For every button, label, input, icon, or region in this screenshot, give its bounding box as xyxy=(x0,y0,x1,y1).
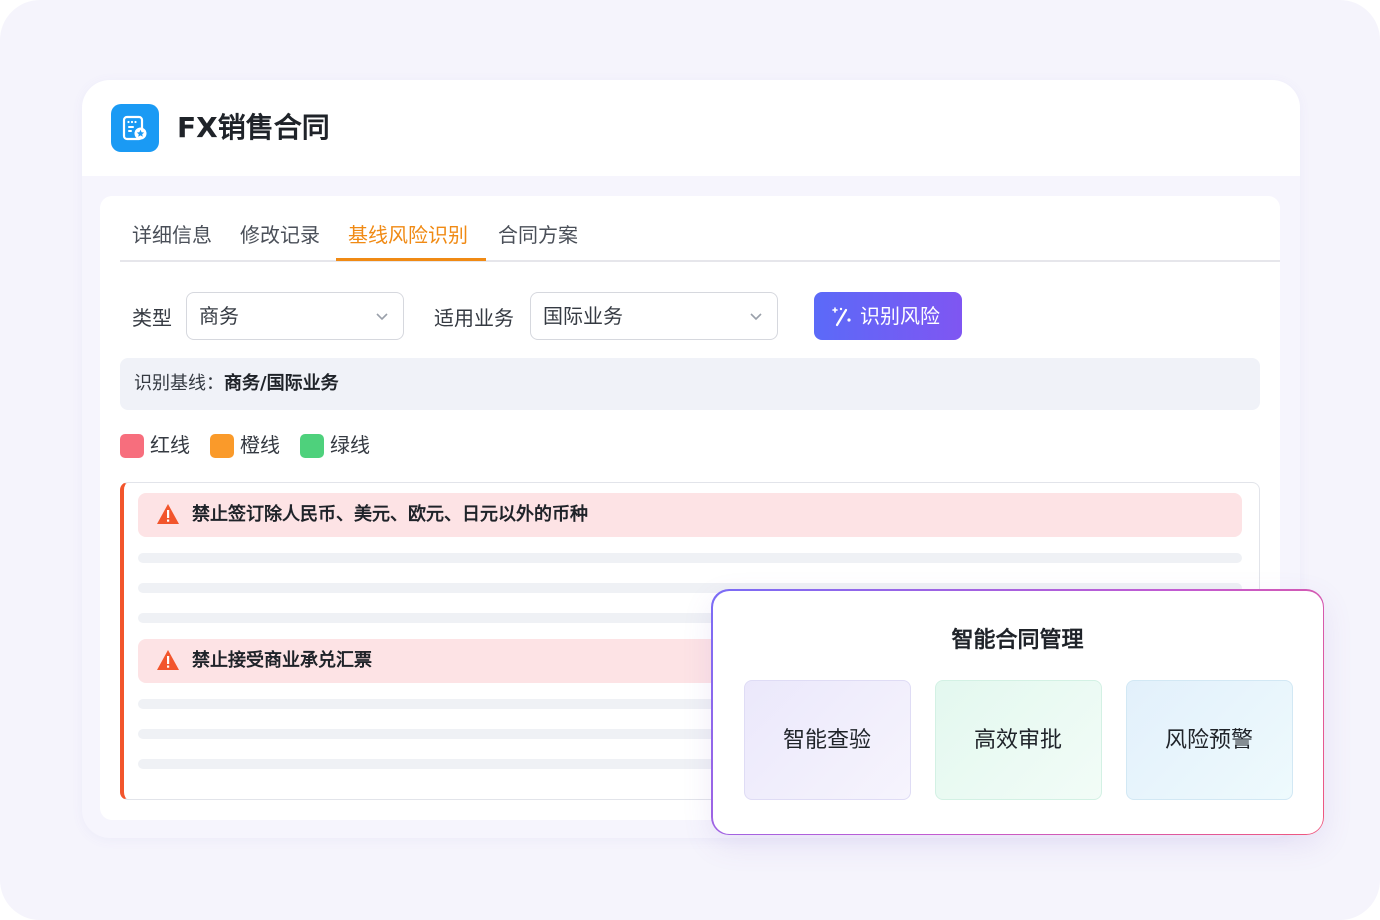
identify-risk-label: 识别风险 xyxy=(860,304,940,328)
contract-icon xyxy=(111,104,159,152)
risk-rule-item[interactable]: 禁止签订除人民币、美元、欧元、日元以外的币种 xyxy=(138,493,1242,537)
chevron-down-icon xyxy=(376,313,388,321)
smart-contract-title: 智能合同管理 xyxy=(951,627,1084,653)
active-tab-indicator xyxy=(336,258,486,261)
legend-orange-label: 橙线 xyxy=(240,433,280,457)
baseline-prefix: 识别基线： xyxy=(134,373,224,394)
tab-bar: 详细信息 修改记录 基线风险识别 合同方案 xyxy=(120,196,1280,262)
warning-icon xyxy=(157,504,179,524)
feature-card-risk-warning[interactable]: 风险预警 xyxy=(1125,679,1293,800)
business-select-value: 国际业务 xyxy=(543,304,623,328)
identify-risk-button[interactable]: 识别风险 xyxy=(814,292,962,340)
feature-card-efficient-approval[interactable]: 高效审批 xyxy=(934,679,1102,800)
smart-contract-card-body: 智能合同管理 智能查验 高效审批 风险预警 xyxy=(712,590,1323,834)
business-label: 适用业务 xyxy=(434,306,514,330)
business-select[interactable]: 国际业务 xyxy=(530,292,778,340)
magic-wand-icon xyxy=(832,307,851,327)
type-label: 类型 xyxy=(132,306,172,330)
baseline-info: 识别基线：商务/国际业务 xyxy=(120,358,1260,410)
type-select[interactable]: 商务 xyxy=(186,292,404,340)
legend-swatch-orange xyxy=(210,434,234,458)
placeholder-line xyxy=(138,553,1242,563)
risk-rule-text: 禁止签订除人民币、美元、欧元、日元以外的币种 xyxy=(192,504,588,525)
legend-green-label: 绿线 xyxy=(330,433,370,457)
legend-red-label: 红线 xyxy=(150,433,190,457)
chevron-down-icon xyxy=(750,313,762,321)
feature-card-smart-check[interactable]: 智能查验 xyxy=(743,679,911,800)
window-header: FX销售合同 xyxy=(82,80,1300,176)
smart-contract-card: 智能合同管理 智能查验 高效审批 风险预警 xyxy=(711,589,1324,835)
tab-baseline-risk[interactable]: 基线风险识别 xyxy=(348,220,468,250)
app-title: FX销售合同 xyxy=(177,111,330,144)
tab-change-log[interactable]: 修改记录 xyxy=(240,220,320,250)
legend-swatch-green xyxy=(300,434,324,458)
type-select-value: 商务 xyxy=(199,304,239,328)
tab-detail-info[interactable]: 详细信息 xyxy=(132,220,212,250)
tab-contract-plan[interactable]: 合同方案 xyxy=(498,220,578,250)
baseline-value: 商务/国际业务 xyxy=(224,373,339,394)
warning-icon xyxy=(157,650,179,670)
legend-swatch-red xyxy=(120,434,144,458)
risk-rule-text: 禁止接受商业承兑汇票 xyxy=(192,650,372,671)
